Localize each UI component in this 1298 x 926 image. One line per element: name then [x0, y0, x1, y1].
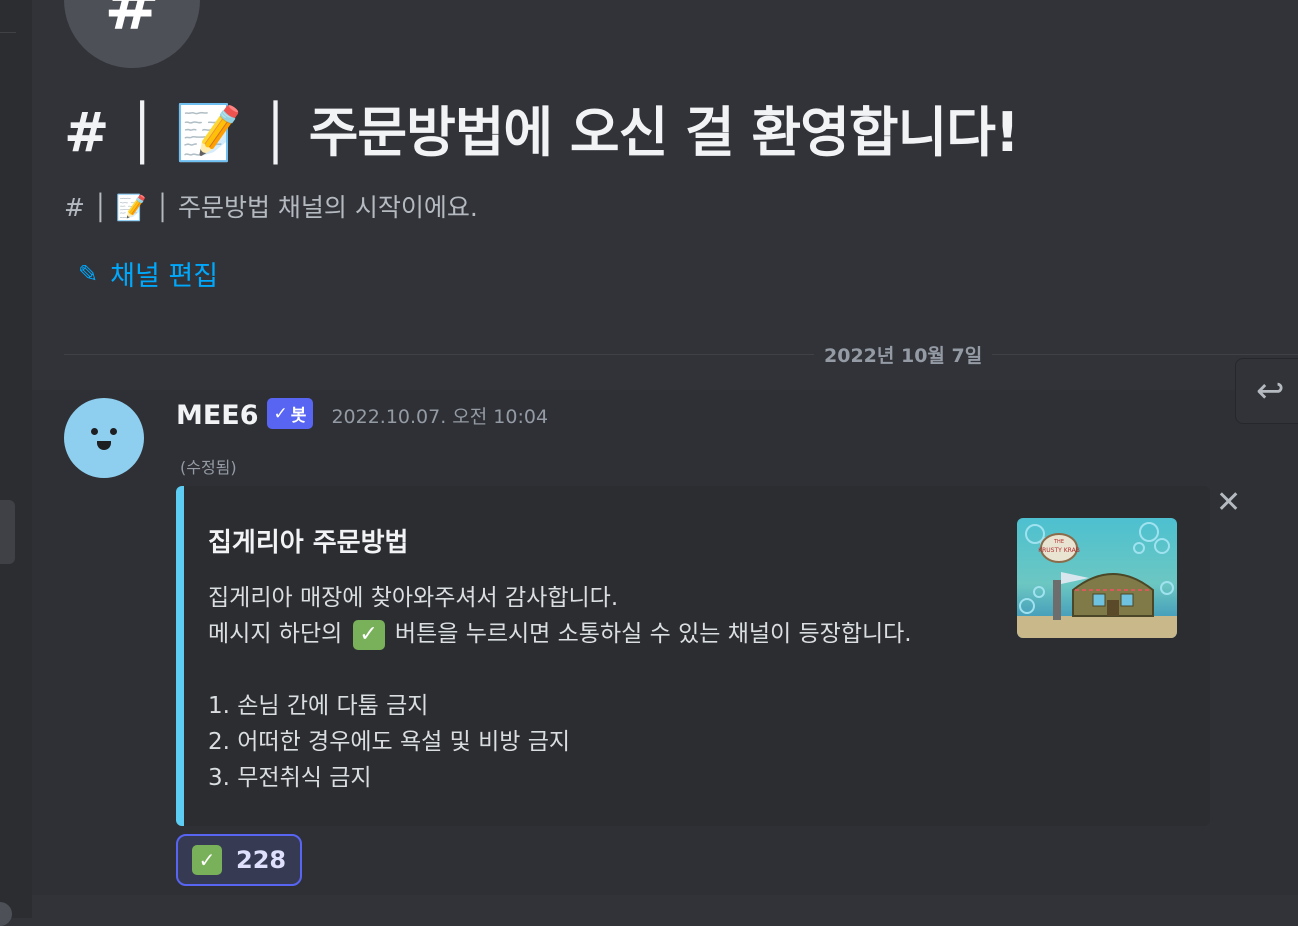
- bot-badge: ✓ 봇: [266, 398, 314, 429]
- rule-item: 3. 무전취식 금지: [208, 765, 372, 791]
- reply-icon: ↩: [1256, 371, 1285, 411]
- rule-item: 2. 어떠한 경우에도 욕설 및 비방 금지: [208, 729, 571, 755]
- rule-item: 1. 손님 간에 다툼 금지: [208, 693, 429, 719]
- reaction-count: 228: [236, 846, 287, 874]
- server-icon[interactable]: [0, 902, 12, 926]
- message-embed: 집게리아 주문방법 집게리아 매장에 찾아와주셔서 감사합니다. 메시지 하단의…: [176, 486, 1210, 826]
- embed-description: 집게리아 매장에 찾아와주셔서 감사합니다. 메시지 하단의 ✓ 버튼을 누르시…: [208, 580, 912, 796]
- welcome-title: # │ 📝 │ 주문방법에 오신 걸 환영합니다!: [64, 101, 1020, 164]
- welcome-subtitle: # │ 📝 │ 주문방법 채널의 시작이에요.: [64, 193, 478, 222]
- avatar-eye-icon: [110, 428, 117, 435]
- embed-blank-line: [208, 652, 912, 688]
- avatar-eye-icon: [91, 428, 98, 435]
- check-mark-icon: ✓: [192, 845, 222, 875]
- svg-text:KRUSTY KRAB: KRUSTY KRAB: [1038, 547, 1080, 554]
- date-divider: 2022년 10월 7일: [814, 341, 993, 368]
- message-header: MEE6 ✓ 봇 2022.10.07. 오전 10:04: [176, 398, 548, 431]
- edit-channel-label: 채널 편집: [110, 261, 219, 292]
- svg-text:THE: THE: [1053, 539, 1064, 545]
- message-timestamp[interactable]: 2022.10.07. 오전 10:04: [331, 402, 548, 429]
- avatar-mouth-icon: [97, 441, 111, 450]
- embed-line: 집게리아 매장에 찾아와주셔서 감사합니다.: [208, 585, 619, 611]
- pencil-icon: ✎: [78, 259, 99, 288]
- author-name[interactable]: MEE6: [176, 400, 259, 431]
- edit-channel-button[interactable]: ✎ 채널 편집: [78, 254, 218, 293]
- reply-button[interactable]: ↩: [1235, 358, 1298, 424]
- bot-tag-label: 봇: [290, 406, 307, 426]
- edited-indicator: (수정됨): [180, 458, 237, 477]
- scrollbar-thumb[interactable]: [0, 500, 15, 564]
- embed-thumbnail[interactable]: THE KRUSTY KRAB: [1017, 518, 1177, 638]
- left-sidebar-strip: [0, 0, 32, 926]
- avatar[interactable]: [64, 398, 144, 478]
- verified-check-icon: ✓: [273, 403, 288, 424]
- reaction-button[interactable]: ✓ 228: [176, 834, 302, 886]
- embed-line: 메시지 하단의 ✓ 버튼을 누르시면 소통하실 수 있는 채널이 등장합니다.: [208, 616, 912, 652]
- close-icon[interactable]: ✕: [1216, 488, 1241, 518]
- sidebar-divider: [0, 32, 16, 33]
- date-divider-line: [64, 354, 1298, 355]
- check-mark-icon: ✓: [352, 619, 385, 650]
- channel-hash-icon: #: [64, 0, 200, 68]
- embed-title: 집게리아 주문방법: [208, 528, 409, 558]
